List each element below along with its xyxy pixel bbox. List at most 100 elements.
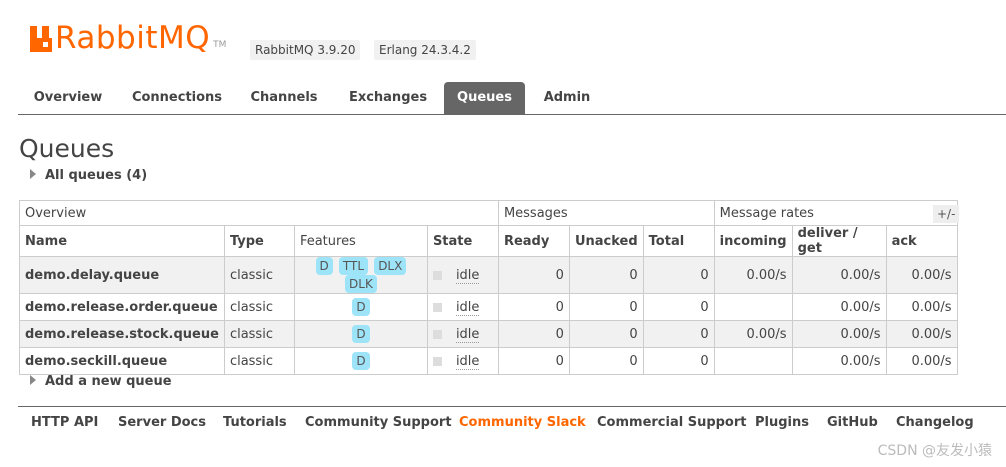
queue-type: classic — [223, 293, 295, 321]
footer-link-plugins[interactable]: Plugins — [755, 415, 809, 430]
footer-link-changelog[interactable]: Changelog — [896, 415, 974, 430]
footer-link-github[interactable]: GitHub — [827, 415, 878, 430]
state-indicator-icon — [432, 329, 442, 339]
queue-name-link[interactable]: demo.release.stock.queue — [19, 320, 225, 348]
rabbitmq-logo[interactable]: RabbitMQ TM — [30, 20, 227, 56]
expand-triangle-icon — [30, 375, 36, 385]
queue-features: D TTL DLX DLK — [293, 256, 428, 294]
queues-table: Overview Messages Message rates Name Typ… — [19, 200, 958, 375]
col-features: Features — [293, 225, 428, 257]
table-row: demo.release.order.queue classic D idle … — [19, 293, 958, 321]
add-queue-toggle[interactable]: Add a new queue — [30, 374, 172, 389]
feature-badge: D — [315, 257, 333, 275]
col-incoming[interactable]: incoming — [713, 225, 793, 257]
footer-link-community-slack[interactable]: Community Slack — [459, 415, 586, 430]
col-total[interactable]: Total — [642, 225, 715, 257]
group-messages: Messages — [497, 200, 715, 226]
main-nav-tabs: Overview Connections Channels Exchanges … — [18, 82, 1006, 115]
footer-link-tutorials[interactable]: Tutorials — [223, 415, 287, 430]
queue-name-link[interactable]: demo.release.order.queue — [19, 293, 225, 321]
deliver-rate: 0.00/s — [791, 293, 887, 321]
rabbitmq-version: RabbitMQ 3.9.20 — [250, 40, 361, 60]
state-text: idle — [455, 299, 480, 316]
col-state[interactable]: State — [426, 225, 499, 257]
unacked-count: 0 — [568, 347, 644, 375]
feature-badge: DLX — [374, 257, 407, 275]
ack-rate: 0.00/s — [885, 347, 958, 375]
table-row: demo.delay.queue classic D TTL DLX DLK i… — [19, 256, 958, 294]
queue-state: idle — [426, 347, 499, 375]
feature-badge: TTL — [338, 257, 369, 275]
all-queues-toggle[interactable]: All queues (4) — [30, 168, 147, 183]
total-count: 0 — [642, 347, 715, 375]
tab-connections[interactable]: Connections — [118, 82, 236, 114]
queue-state: idle — [426, 320, 499, 348]
total-count: 0 — [642, 320, 715, 348]
queue-features: D — [293, 347, 428, 375]
logo-trademark: TM — [213, 40, 227, 50]
queue-type: classic — [223, 256, 295, 294]
tab-admin[interactable]: Admin — [525, 82, 609, 114]
queue-features: D — [293, 293, 428, 321]
col-name[interactable]: Name — [19, 225, 225, 257]
feature-badge: D — [352, 352, 370, 370]
column-toggle-button[interactable]: +/- — [933, 205, 960, 223]
state-text: idle — [455, 267, 480, 284]
tab-channels[interactable]: Channels — [236, 82, 332, 114]
tab-overview[interactable]: Overview — [18, 82, 118, 114]
deliver-rate: 0.00/s — [791, 256, 887, 294]
ready-count: 0 — [497, 293, 570, 321]
all-queues-label: All queues (4) — [45, 168, 148, 183]
incoming-rate: 0.00/s — [713, 320, 793, 348]
state-indicator-icon — [432, 356, 442, 366]
group-message-rates: Message rates — [713, 200, 958, 226]
queue-state: idle — [426, 293, 499, 321]
unacked-count: 0 — [568, 256, 644, 294]
state-indicator-icon — [432, 270, 442, 280]
col-type[interactable]: Type — [223, 225, 295, 257]
state-text: idle — [455, 326, 480, 343]
ready-count: 0 — [497, 256, 570, 294]
watermark: CSDN @友发小猿 — [877, 443, 992, 459]
col-unacked[interactable]: Unacked — [568, 225, 644, 257]
group-overview: Overview — [19, 200, 499, 226]
total-count: 0 — [642, 256, 715, 294]
page-title: Queues — [19, 134, 115, 163]
ack-rate: 0.00/s — [885, 256, 958, 294]
table-row: demo.release.stock.queue classic D idle … — [19, 320, 958, 348]
footer-link-commercial-support[interactable]: Commercial Support — [597, 415, 747, 430]
state-indicator-icon — [432, 302, 442, 312]
tab-queues[interactable]: Queues — [444, 82, 525, 114]
state-text: idle — [455, 353, 480, 370]
add-queue-label: Add a new queue — [45, 374, 172, 389]
queue-type: classic — [223, 347, 295, 375]
deliver-rate: 0.00/s — [791, 347, 887, 375]
footer-links: HTTP API Server Docs Tutorials Community… — [18, 406, 1006, 441]
tab-exchanges[interactable]: Exchanges — [332, 82, 444, 114]
queue-type: classic — [223, 320, 295, 348]
footer-link-community-support[interactable]: Community Support — [305, 415, 452, 430]
incoming-rate — [713, 347, 793, 375]
queue-name-link[interactable]: demo.delay.queue — [19, 256, 225, 294]
col-deliver-get[interactable]: deliver / get — [791, 225, 887, 257]
unacked-count: 0 — [568, 320, 644, 348]
expand-triangle-icon — [30, 169, 36, 179]
ready-count: 0 — [497, 347, 570, 375]
total-count: 0 — [642, 293, 715, 321]
col-ack[interactable]: ack — [885, 225, 958, 257]
erlang-version: Erlang 24.3.4.2 — [374, 40, 476, 60]
footer-link-http-api[interactable]: HTTP API — [31, 415, 98, 430]
col-ready[interactable]: Ready — [497, 225, 570, 257]
logo-text: RabbitMQ — [55, 20, 211, 56]
footer-link-server-docs[interactable]: Server Docs — [118, 415, 206, 430]
feature-badge: D — [352, 298, 370, 316]
queue-features: D — [293, 320, 428, 348]
queue-name-link[interactable]: demo.seckill.queue — [19, 347, 225, 375]
ready-count: 0 — [497, 320, 570, 348]
table-row: demo.seckill.queue classic D idle 0 0 0 … — [19, 347, 958, 375]
ack-rate: 0.00/s — [885, 320, 958, 348]
queue-state: idle — [426, 256, 499, 294]
deliver-rate: 0.00/s — [791, 320, 887, 348]
unacked-count: 0 — [568, 293, 644, 321]
feature-badge: D — [352, 325, 370, 343]
